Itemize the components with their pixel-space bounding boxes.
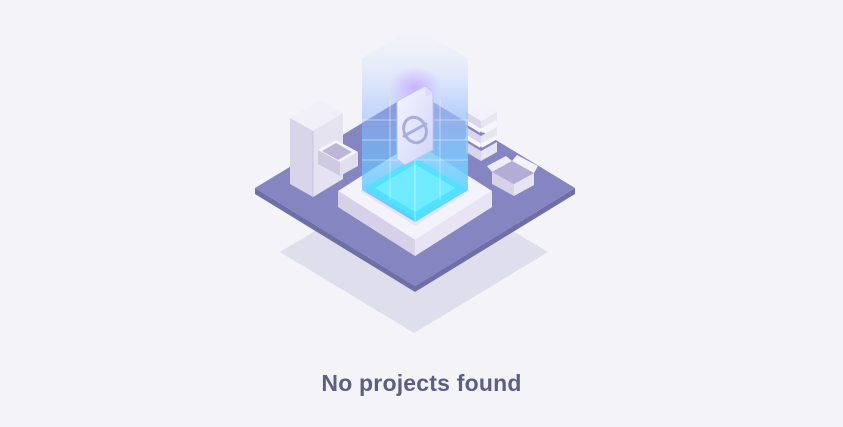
empty-state-message: No projects found <box>321 370 522 396</box>
empty-projects-illustration <box>255 28 575 333</box>
empty-state: No projects found <box>0 0 843 427</box>
empty-document-icon <box>396 85 434 166</box>
